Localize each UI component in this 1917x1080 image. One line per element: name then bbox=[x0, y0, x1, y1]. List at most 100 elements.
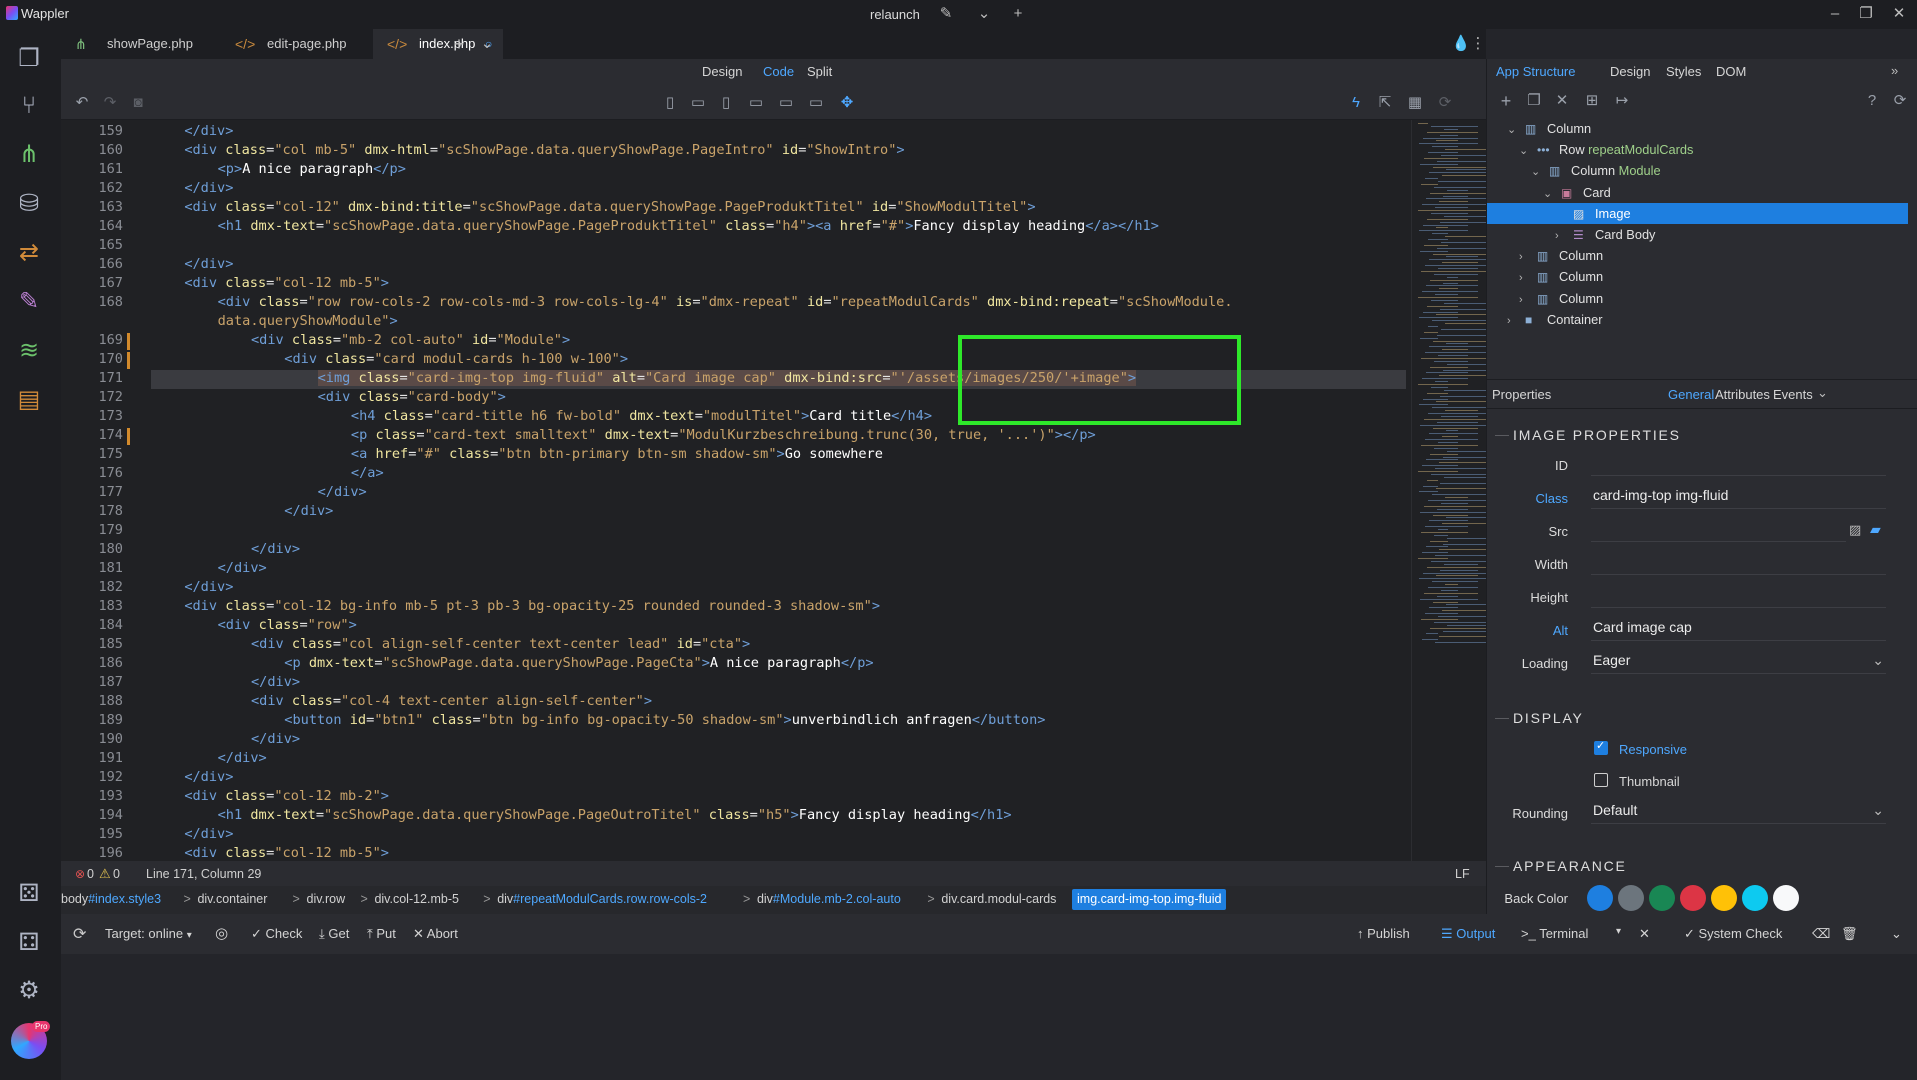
tab-edit-page[interactable]: </> edit-page.php bbox=[221, 29, 373, 59]
edit-project-icon[interactable]: ✎ bbox=[935, 4, 957, 24]
width-field[interactable] bbox=[1591, 551, 1886, 575]
code-line[interactable]: <div class="col-12 bg-info mb-5 pt-3 pb-… bbox=[184, 598, 880, 614]
responsive-checkbox[interactable]: ✓ bbox=[1594, 740, 1608, 755]
code-line[interactable]: <h1 dmx-text="scShowPage.data.queryShowP… bbox=[218, 218, 1159, 234]
open-browser-icon[interactable]: ⇱ bbox=[1374, 92, 1396, 114]
theme-drop-icon[interactable]: 💧 bbox=[1450, 34, 1472, 54]
code-line[interactable]: </div> bbox=[184, 180, 233, 196]
warning-icon[interactable]: ⚠ bbox=[99, 866, 111, 882]
chevron-down-icon[interactable]: ⌄ bbox=[1817, 385, 1828, 401]
tasks-icon[interactable]: ▤ bbox=[11, 382, 47, 418]
chevron-right-icon[interactable]: › bbox=[1519, 247, 1531, 268]
output-tab[interactable]: ☰ Output bbox=[1441, 926, 1495, 942]
plugins-icon[interactable]: ⚃ bbox=[11, 925, 47, 961]
code-line[interactable]: <div class="row"> bbox=[218, 617, 357, 633]
chevron-down-icon[interactable]: ⌄ bbox=[1531, 162, 1543, 183]
breadcrumb-item[interactable]: div#repeatModulCards.row.row-cols-2 bbox=[497, 892, 707, 906]
workflow-icon[interactable]: ⋔ bbox=[11, 137, 47, 173]
code-line[interactable]: </div> bbox=[184, 769, 233, 785]
code-line[interactable]: <div class="card-body"> bbox=[318, 389, 506, 405]
unwrap-icon[interactable]: ↦ bbox=[1611, 90, 1633, 112]
layers-icon[interactable]: ≋ bbox=[11, 333, 47, 369]
chevron-right-icon[interactable]: › bbox=[1507, 311, 1519, 332]
src-field[interactable] bbox=[1591, 518, 1846, 542]
thumbnail-checkbox[interactable] bbox=[1594, 773, 1608, 787]
code-line[interactable]: </div> bbox=[218, 560, 267, 576]
settings-gear-icon[interactable]: ⚙ bbox=[11, 973, 47, 1009]
chevron-right-icon[interactable]: › bbox=[1555, 226, 1567, 247]
code-line[interactable]: <div class="mb-2 col-auto" id="Module"> bbox=[251, 332, 570, 348]
code-line[interactable]: <div class="row row-cols-2 row-cols-md-3… bbox=[218, 294, 1233, 310]
tree-node[interactable]: ⌄ ▣ Card bbox=[1487, 182, 1908, 203]
tab-app-structure[interactable]: App Structure bbox=[1496, 64, 1576, 79]
back-color-swatch[interactable] bbox=[1618, 885, 1644, 911]
alt-field[interactable]: Card image cap bbox=[1591, 617, 1886, 641]
qr-code-icon[interactable]: ▦ bbox=[1404, 92, 1426, 114]
delete-icon[interactable]: ✕ bbox=[1551, 90, 1573, 112]
help-icon[interactable]: ? bbox=[1861, 90, 1883, 112]
code-line[interactable]: </a> bbox=[351, 465, 384, 481]
laptop-view-icon[interactable]: ▭ bbox=[745, 92, 767, 114]
chevron-down-icon[interactable]: ⌄ bbox=[1519, 141, 1531, 162]
refresh-icon[interactable]: ⟳ bbox=[1434, 92, 1456, 114]
code-line[interactable]: <div class="col mb-5" dmx-html="scShowPa… bbox=[184, 142, 904, 158]
code-line[interactable]: <p dmx-text="scShowPage.data.queryShowPa… bbox=[284, 655, 873, 671]
back-color-swatch[interactable] bbox=[1742, 885, 1768, 911]
collapse-panel-icon[interactable]: ⌄ bbox=[1891, 926, 1902, 942]
tree-node[interactable]: › ☰ Card Body bbox=[1487, 224, 1908, 245]
code-line[interactable]: <button id="btn1" class="btn bg-info bg-… bbox=[284, 712, 1045, 728]
put-button[interactable]: ⤒ Put bbox=[367, 926, 396, 942]
project-name[interactable]: relaunch bbox=[870, 7, 920, 22]
system-check-button[interactable]: ✓ System Check bbox=[1684, 926, 1782, 942]
back-color-swatch[interactable] bbox=[1587, 885, 1613, 911]
tab-events[interactable]: Events bbox=[1773, 387, 1813, 402]
chevron-down-icon[interactable]: ⌄ bbox=[1543, 184, 1555, 205]
target-status-icon[interactable]: ◎ bbox=[215, 924, 228, 942]
id-field[interactable] bbox=[1591, 452, 1886, 476]
new-tab-plus-icon[interactable]: + bbox=[448, 34, 470, 54]
back-color-swatch[interactable] bbox=[1649, 885, 1675, 911]
tab-design[interactable]: Design bbox=[1610, 64, 1650, 79]
breadcrumb-item[interactable]: div.card.modul-cards bbox=[941, 892, 1056, 906]
tree-node[interactable]: ▨ Image bbox=[1487, 202, 1908, 224]
code-line[interactable]: <div class="card modul-cards h-100 w-100… bbox=[284, 351, 628, 367]
code-line[interactable]: <p class="card-text smalltext" dmx-text=… bbox=[351, 427, 1096, 443]
tree-node[interactable]: › ■ Container bbox=[1487, 309, 1908, 330]
back-color-swatch[interactable] bbox=[1773, 885, 1799, 911]
live-mode-icon[interactable]: ϟ bbox=[1345, 92, 1367, 114]
target-select[interactable]: Target: online ▾ bbox=[105, 926, 192, 941]
redo-icon[interactable]: ↷ bbox=[99, 92, 121, 114]
chevron-right-icon[interactable]: › bbox=[1519, 290, 1531, 311]
code-line[interactable]: data.queryShowModule"> bbox=[218, 313, 398, 329]
code-line[interactable]: </div> bbox=[318, 484, 367, 500]
code-line[interactable]: <div class="col-4 text-center align-self… bbox=[251, 693, 652, 709]
code-editor[interactable]: 159 </div> 160 <div class="col mb-5" dmx-ht… bbox=[61, 120, 1486, 861]
terminal-dropdown-icon[interactable]: ▾ bbox=[1616, 926, 1621, 937]
code-line[interactable]: </div> bbox=[218, 750, 267, 766]
tree-node[interactable]: › ▥ Column bbox=[1487, 266, 1908, 287]
breadcrumb-active[interactable]: img.card-img-top.img-fluid bbox=[1072, 889, 1227, 910]
height-field[interactable] bbox=[1591, 584, 1886, 608]
phone-landscape-icon[interactable]: ▭ bbox=[687, 92, 709, 114]
code-line[interactable]: </div> bbox=[251, 541, 300, 557]
code-line[interactable]: </div> bbox=[251, 731, 300, 747]
mode-code[interactable]: Code bbox=[763, 64, 794, 79]
pages-icon[interactable]: ❐ bbox=[11, 41, 47, 77]
responsive-move-icon[interactable]: ✥ bbox=[836, 92, 858, 114]
wide-view-icon[interactable]: ▭ bbox=[805, 92, 827, 114]
terminal-tab[interactable]: >_ Terminal bbox=[1521, 926, 1588, 941]
add-element-icon[interactable]: + bbox=[1495, 90, 1517, 112]
code-line[interactable]: </div> bbox=[251, 674, 300, 690]
database-icon[interactable]: ⛁ bbox=[11, 186, 47, 222]
mode-split[interactable]: Split bbox=[807, 64, 832, 79]
line-ending[interactable]: LF bbox=[1455, 867, 1470, 881]
chevron-down-icon[interactable]: ⌄ bbox=[973, 4, 995, 24]
tree-node[interactable]: ⌄ ••• Row repeatModulCards bbox=[1487, 139, 1908, 160]
code-line[interactable]: <div class="col-12 mb-5"> bbox=[184, 275, 389, 291]
duplicate-icon[interactable]: ❐ bbox=[1523, 90, 1545, 112]
breadcrumb-item[interactable]: div.row bbox=[307, 892, 346, 906]
publish-button[interactable]: ↑ Publish bbox=[1357, 926, 1410, 941]
code-line[interactable]: <h1 dmx-text="scShowPage.data.queryShowP… bbox=[218, 807, 1012, 823]
tree-node[interactable]: ⌄ ▥ Column bbox=[1487, 118, 1908, 139]
tree-node[interactable]: ⌄ ▥ Column Module bbox=[1487, 160, 1908, 181]
